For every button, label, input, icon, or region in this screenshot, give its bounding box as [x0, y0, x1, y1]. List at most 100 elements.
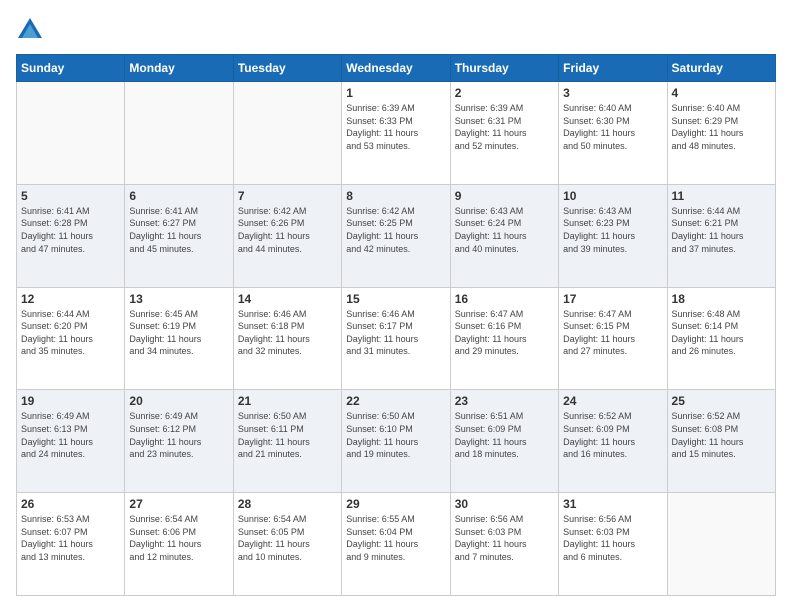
calendar-cell: 31 Sunrise: 6:56 AM Sunset: 6:03 PM Dayli…	[559, 493, 667, 596]
day-number: 30	[455, 497, 554, 511]
calendar-cell: 25 Sunrise: 6:52 AM Sunset: 6:08 PM Dayli…	[667, 390, 775, 493]
calendar-cell: 17 Sunrise: 6:47 AM Sunset: 6:15 PM Dayli…	[559, 287, 667, 390]
day-number: 6	[129, 189, 228, 203]
day-info: Sunrise: 6:41 AM Sunset: 6:28 PM Dayligh…	[21, 205, 120, 255]
day-number: 15	[346, 292, 445, 306]
day-info: Sunrise: 6:54 AM Sunset: 6:05 PM Dayligh…	[238, 513, 337, 563]
day-info: Sunrise: 6:42 AM Sunset: 6:25 PM Dayligh…	[346, 205, 445, 255]
day-info: Sunrise: 6:45 AM Sunset: 6:19 PM Dayligh…	[129, 308, 228, 358]
day-info: Sunrise: 6:52 AM Sunset: 6:08 PM Dayligh…	[672, 410, 771, 460]
logo	[16, 16, 48, 44]
calendar-table: SundayMondayTuesdayWednesdayThursdayFrid…	[16, 54, 776, 596]
day-number: 22	[346, 394, 445, 408]
day-number: 3	[563, 86, 662, 100]
calendar-cell	[667, 493, 775, 596]
calendar-cell: 24Sunrise: 6:52 AM Sunset: 6:09 PM Dayli…	[559, 390, 667, 493]
day-info: Sunrise: 6:54 AM Sunset: 6:06 PM Dayligh…	[129, 513, 228, 563]
day-number: 4	[672, 86, 771, 100]
calendar-week-2: 5 Sunrise: 6:41 AM Sunset: 6:28 PM Daylig…	[17, 184, 776, 287]
day-number: 17	[563, 292, 662, 306]
day-info: Sunrise: 6:50 AM Sunset: 6:11 PM Dayligh…	[238, 410, 337, 460]
day-number: 7	[238, 189, 337, 203]
day-number: 27	[129, 497, 228, 511]
calendar-cell: 30 Sunrise: 6:56 AM Sunset: 6:03 PM Dayli…	[450, 493, 558, 596]
day-info: Sunrise: 6:42 AM Sunset: 6:26 PM Dayligh…	[238, 205, 337, 255]
calendar-cell: 14Sunrise: 6:46 AM Sunset: 6:18 PM Dayli…	[233, 287, 341, 390]
calendar-cell: 4 Sunrise: 6:40 AM Sunset: 6:29 PM Daylig…	[667, 82, 775, 185]
calendar-week-4: 19 Sunrise: 6:49 AM Sunset: 6:13 PM Dayli…	[17, 390, 776, 493]
calendar-week-3: 12 Sunrise: 6:44 AM Sunset: 6:20 PM Dayli…	[17, 287, 776, 390]
weekday-header-wednesday: Wednesday	[342, 55, 450, 82]
day-info: Sunrise: 6:49 AM Sunset: 6:12 PM Dayligh…	[129, 410, 228, 460]
header	[16, 16, 776, 44]
calendar-cell: 12 Sunrise: 6:44 AM Sunset: 6:20 PM Dayli…	[17, 287, 125, 390]
day-info: Sunrise: 6:55 AM Sunset: 6:04 PM Dayligh…	[346, 513, 445, 563]
day-number: 28	[238, 497, 337, 511]
calendar-cell: 7 Sunrise: 6:42 AM Sunset: 6:26 PM Daylig…	[233, 184, 341, 287]
calendar-cell: 8Sunrise: 6:42 AM Sunset: 6:25 PM Daylig…	[342, 184, 450, 287]
calendar-cell	[17, 82, 125, 185]
day-info: Sunrise: 6:43 AM Sunset: 6:24 PM Dayligh…	[455, 205, 554, 255]
calendar-week-5: 26 Sunrise: 6:53 AM Sunset: 6:07 PM Dayli…	[17, 493, 776, 596]
day-number: 31	[563, 497, 662, 511]
day-number: 23	[455, 394, 554, 408]
day-number: 29	[346, 497, 445, 511]
day-info: Sunrise: 6:53 AM Sunset: 6:07 PM Dayligh…	[21, 513, 120, 563]
day-info: Sunrise: 6:56 AM Sunset: 6:03 PM Dayligh…	[455, 513, 554, 563]
day-info: Sunrise: 6:47 AM Sunset: 6:15 PM Dayligh…	[563, 308, 662, 358]
calendar-cell: 11 Sunrise: 6:44 AM Sunset: 6:21 PM Dayli…	[667, 184, 775, 287]
day-info: Sunrise: 6:51 AM Sunset: 6:09 PM Dayligh…	[455, 410, 554, 460]
day-info: Sunrise: 6:39 AM Sunset: 6:31 PM Dayligh…	[455, 102, 554, 152]
calendar-cell: 26 Sunrise: 6:53 AM Sunset: 6:07 PM Dayli…	[17, 493, 125, 596]
day-info: Sunrise: 6:49 AM Sunset: 6:13 PM Dayligh…	[21, 410, 120, 460]
day-number: 12	[21, 292, 120, 306]
weekday-header-thursday: Thursday	[450, 55, 558, 82]
day-number: 11	[672, 189, 771, 203]
calendar-cell: 29 Sunrise: 6:55 AM Sunset: 6:04 PM Dayli…	[342, 493, 450, 596]
weekday-header-friday: Friday	[559, 55, 667, 82]
calendar-cell: 16 Sunrise: 6:47 AM Sunset: 6:16 PM Dayli…	[450, 287, 558, 390]
calendar-cell: 27 Sunrise: 6:54 AM Sunset: 6:06 PM Dayli…	[125, 493, 233, 596]
weekday-header-row: SundayMondayTuesdayWednesdayThursdayFrid…	[17, 55, 776, 82]
day-info: Sunrise: 6:44 AM Sunset: 6:20 PM Dayligh…	[21, 308, 120, 358]
day-info: Sunrise: 6:56 AM Sunset: 6:03 PM Dayligh…	[563, 513, 662, 563]
day-number: 9	[455, 189, 554, 203]
weekday-header-sunday: Sunday	[17, 55, 125, 82]
day-info: Sunrise: 6:47 AM Sunset: 6:16 PM Dayligh…	[455, 308, 554, 358]
calendar-cell: 22 Sunrise: 6:50 AM Sunset: 6:10 PM Dayli…	[342, 390, 450, 493]
day-number: 10	[563, 189, 662, 203]
calendar-cell	[125, 82, 233, 185]
calendar-cell: 21Sunrise: 6:50 AM Sunset: 6:11 PM Dayli…	[233, 390, 341, 493]
day-info: Sunrise: 6:43 AM Sunset: 6:23 PM Dayligh…	[563, 205, 662, 255]
calendar-cell: 1 Sunrise: 6:39 AM Sunset: 6:33 PM Daylig…	[342, 82, 450, 185]
logo-icon	[16, 16, 44, 44]
weekday-header-tuesday: Tuesday	[233, 55, 341, 82]
calendar-cell: 6 Sunrise: 6:41 AM Sunset: 6:27 PM Daylig…	[125, 184, 233, 287]
day-info: Sunrise: 6:39 AM Sunset: 6:33 PM Dayligh…	[346, 102, 445, 152]
day-number: 24	[563, 394, 662, 408]
day-number: 5	[21, 189, 120, 203]
calendar-cell: 5 Sunrise: 6:41 AM Sunset: 6:28 PM Daylig…	[17, 184, 125, 287]
day-number: 13	[129, 292, 228, 306]
calendar-week-1: 1 Sunrise: 6:39 AM Sunset: 6:33 PM Daylig…	[17, 82, 776, 185]
weekday-header-saturday: Saturday	[667, 55, 775, 82]
day-number: 19	[21, 394, 120, 408]
calendar-cell: 3Sunrise: 6:40 AM Sunset: 6:30 PM Daylig…	[559, 82, 667, 185]
day-info: Sunrise: 6:41 AM Sunset: 6:27 PM Dayligh…	[129, 205, 228, 255]
day-info: Sunrise: 6:48 AM Sunset: 6:14 PM Dayligh…	[672, 308, 771, 358]
day-info: Sunrise: 6:50 AM Sunset: 6:10 PM Dayligh…	[346, 410, 445, 460]
day-number: 14	[238, 292, 337, 306]
day-number: 2	[455, 86, 554, 100]
day-info: Sunrise: 6:44 AM Sunset: 6:21 PM Dayligh…	[672, 205, 771, 255]
day-info: Sunrise: 6:40 AM Sunset: 6:29 PM Dayligh…	[672, 102, 771, 152]
calendar-cell: 23 Sunrise: 6:51 AM Sunset: 6:09 PM Dayli…	[450, 390, 558, 493]
calendar-cell: 28 Sunrise: 6:54 AM Sunset: 6:05 PM Dayli…	[233, 493, 341, 596]
day-number: 16	[455, 292, 554, 306]
calendar-cell: 9 Sunrise: 6:43 AM Sunset: 6:24 PM Daylig…	[450, 184, 558, 287]
day-number: 25	[672, 394, 771, 408]
day-number: 26	[21, 497, 120, 511]
day-number: 1	[346, 86, 445, 100]
day-number: 18	[672, 292, 771, 306]
day-info: Sunrise: 6:46 AM Sunset: 6:17 PM Dayligh…	[346, 308, 445, 358]
calendar-cell: 15 Sunrise: 6:46 AM Sunset: 6:17 PM Dayli…	[342, 287, 450, 390]
